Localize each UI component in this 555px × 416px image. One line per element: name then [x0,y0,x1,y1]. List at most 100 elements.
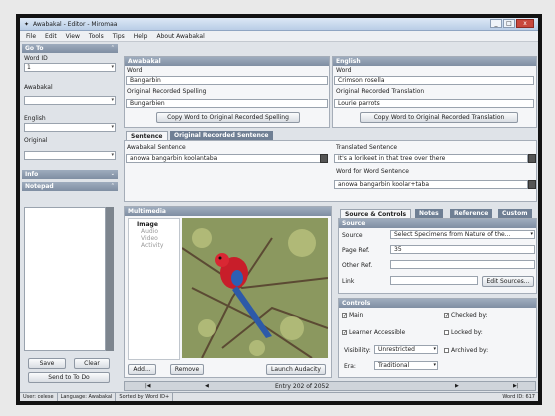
tree-item-image[interactable]: Image [137,221,177,228]
tab-custom[interactable]: Custom [498,209,532,218]
record-navigation: |◀ ◀ Entry 202 of 2052 ▶ ▶| [124,381,536,391]
entry-counter: Entry 202 of 2052 [275,383,330,390]
clear-button[interactable]: Clear [74,358,110,369]
launch-audacity-button[interactable]: Launch Audacity [266,364,326,375]
next-record-icon[interactable]: ▶ [455,383,459,389]
keyboard-icon[interactable] [528,154,536,163]
tab-reference[interactable]: Reference [450,209,493,218]
wfw-sentence-label: Word for Word Sentence [336,168,409,175]
copy-to-spelling-button[interactable]: Copy Word to Original Recorded Spelling [156,112,300,123]
awabakal-word-field[interactable]: Bangarbin [126,76,328,85]
tree-item-video[interactable]: Video [141,235,177,242]
source-header: Source [339,219,536,228]
send-to-do-button[interactable]: Send to To Do [28,372,110,383]
chevron-down-icon: ▾ [433,362,436,368]
last-record-icon[interactable]: ▶| [513,383,519,389]
copy-to-translation-button[interactable]: Copy Word to Original Recorded Translati… [360,112,518,123]
menu-bar: File Edit View Tools Tips Help About Awa… [20,31,538,42]
link-label: Link [342,278,355,285]
close-button[interactable]: x [516,19,534,28]
original-label: Original [24,137,48,144]
chevron-down-icon: ▾ [433,346,436,352]
chevron-down-icon: ▾ [530,231,533,237]
multimedia-header: Multimedia [125,207,331,216]
menu-edit[interactable]: Edit [45,33,57,40]
checkbox-icon [444,330,449,335]
translation-field[interactable]: Lourie parrots [334,99,534,108]
menu-file[interactable]: File [26,33,36,40]
page-ref-field[interactable]: 35 [390,245,535,254]
info-header[interactable]: Info ⌄ [22,170,118,179]
window-title: Awabakal - Editor - Miromaa [33,20,118,28]
page-ref-label: Page Ref. [342,247,370,254]
status-sort: Sorted by Word ID+ [116,393,174,401]
awabakal-sentence-field[interactable]: anowa bangarbin koolantaba [126,154,326,163]
title-bar: ✦ Awabakal - Editor - Miromaa _ □ x [20,18,538,31]
archived-by-checkbox[interactable]: Archived by: [444,347,488,354]
menu-about[interactable]: About Awabakal [156,33,204,40]
translation-label: Original Recorded Translation [336,88,425,95]
era-select[interactable]: Traditional ▾ [374,361,438,370]
expand-icon: ⌄ [110,171,115,177]
chevron-down-icon: ▾ [111,152,114,158]
english-word-field[interactable]: Crimson rosella [334,76,534,85]
tab-notes[interactable]: Notes [415,209,443,218]
checkbox-icon [444,348,449,353]
notepad-header[interactable]: Notepad ⌃ [22,182,118,191]
tab-original-sentence[interactable]: Original Recorded Sentence [170,131,273,140]
menu-view[interactable]: View [66,33,80,40]
translated-sentence-label: Translated Sentence [336,144,398,151]
edit-sources-button[interactable]: Edit Sources... [482,276,534,287]
word-id-combo[interactable]: 1 ▾ [24,63,116,72]
spelling-label: Original Recorded Spelling [127,88,207,95]
source-select[interactable]: Select Specimens from Nature of the... ▾ [390,230,535,239]
english-header: English [333,57,536,66]
main-checkbox[interactable]: ✓ Main [342,312,363,319]
add-media-button[interactable]: Add... [128,364,156,375]
checkbox-checked-icon: ✓ [444,313,450,319]
goto-header[interactable]: Go To ⌃ [22,44,118,53]
bird-photo [182,218,328,358]
list-icon[interactable] [528,180,536,189]
english-word-label: Word [336,67,352,74]
link-field[interactable] [390,276,478,285]
media-type-tree: Image Audio Video Activity [128,218,180,360]
learner-checkbox[interactable]: ✓ Learner Accessible [342,329,405,336]
source-label: Source [342,232,363,239]
checked-by-checkbox[interactable]: ✓ Checked by: [444,312,488,319]
locked-by-checkbox[interactable]: Locked by: [444,329,483,336]
keyboard-icon[interactable] [320,154,328,163]
notepad-textarea[interactable] [24,207,106,351]
awabakal-combo[interactable]: ▾ [24,96,116,105]
wfw-sentence-field[interactable]: anowa bangarbin koolar+taba [334,180,528,189]
first-record-icon[interactable]: |◀ [145,383,151,389]
tree-item-activity[interactable]: Activity [141,242,177,249]
visibility-select[interactable]: Unrestricted ▾ [374,345,438,354]
chevron-down-icon: ▾ [111,64,114,70]
tab-source-controls[interactable]: Source & Controls [340,209,412,218]
tab-sentence[interactable]: Sentence [126,131,168,140]
remove-media-button[interactable]: Remove [170,364,204,375]
english-combo[interactable]: ▾ [24,123,116,132]
other-ref-field[interactable] [390,260,535,269]
awabakal-sentence-label: Awabakal Sentence [127,144,186,151]
minimize-button[interactable]: _ [490,19,502,28]
spelling-field[interactable]: Bungarbien [126,99,328,108]
save-button[interactable]: Save [28,358,66,369]
status-bar: User: celese Language: Awabakal Sorted b… [20,392,538,401]
tree-item-audio[interactable]: Audio [141,228,177,235]
notepad-scrollbar[interactable] [106,207,114,351]
menu-tools[interactable]: Tools [89,33,104,40]
checkbox-checked-icon: ✓ [342,313,348,319]
status-word-id: Word ID: 617 [502,394,535,400]
awabakal-header: Awabakal [125,57,329,66]
menu-help[interactable]: Help [134,33,148,40]
maximize-button[interactable]: □ [503,19,515,28]
prev-record-icon[interactable]: ◀ [205,383,209,389]
translated-sentence-field[interactable]: It's a lorikeet in that tree over there [334,154,528,163]
menu-tips[interactable]: Tips [113,33,125,40]
era-label: Era: [344,363,356,370]
original-combo[interactable]: ▾ [24,151,116,160]
controls-header: Controls [339,299,536,308]
status-user: User: celese [20,393,58,401]
